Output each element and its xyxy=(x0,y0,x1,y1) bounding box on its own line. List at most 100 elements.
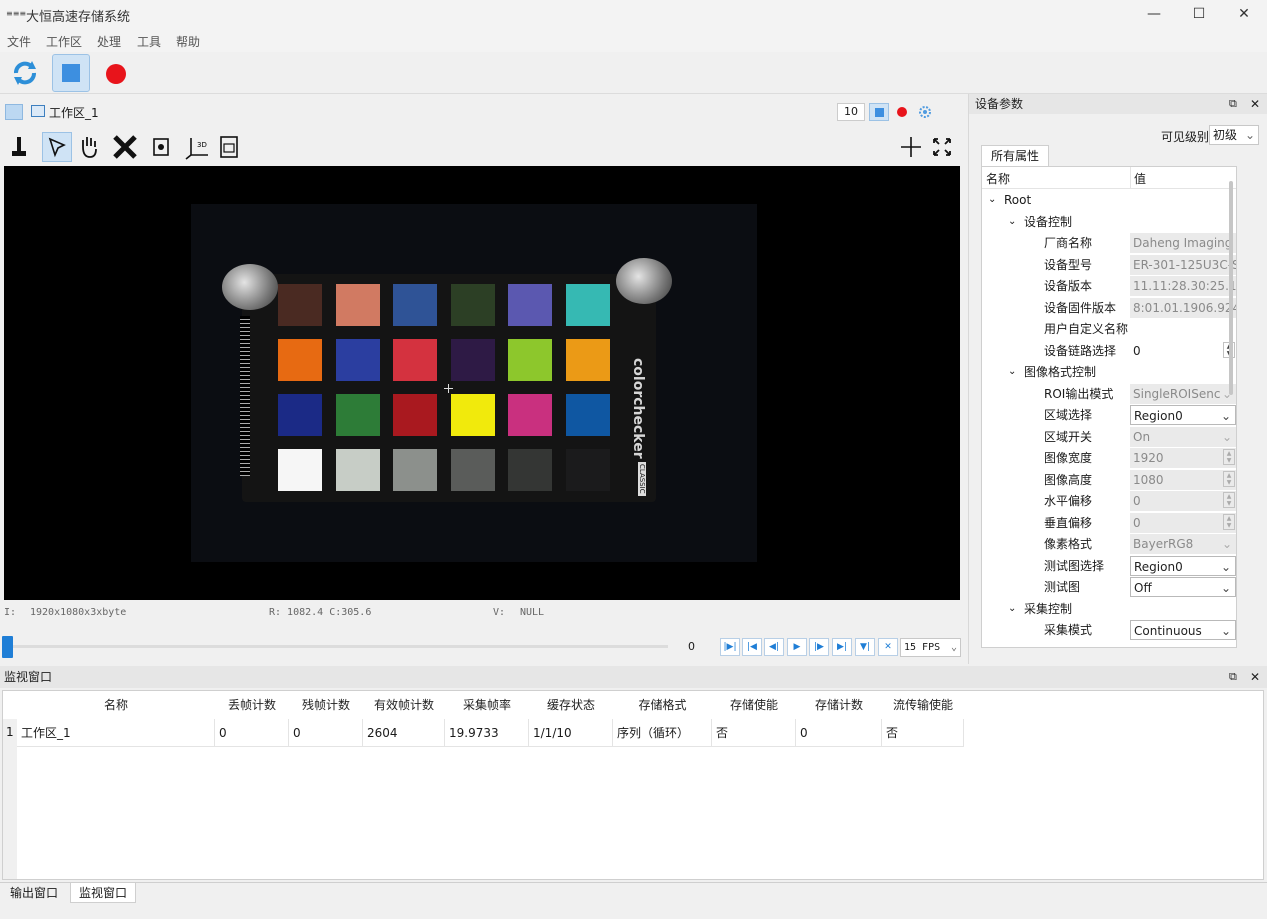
fullscreen-tool[interactable] xyxy=(927,132,957,162)
menu-workspace[interactable]: 工作区 xyxy=(46,33,82,50)
column-header[interactable]: 残帧计数 xyxy=(289,691,363,719)
frame-count-input[interactable]: 10 xyxy=(837,103,865,121)
property-name: 像素格式 xyxy=(1044,537,1093,551)
record-button[interactable] xyxy=(97,54,135,92)
clear-button[interactable]: ✕ xyxy=(878,638,898,656)
property-value[interactable] xyxy=(1130,319,1236,339)
column-header[interactable]: 名称 xyxy=(17,691,215,719)
playback-bar: 0 |▶| |◀ ◀| ▶ |▶ ▶| ▼| ✕ 15 FPS ⌄ xyxy=(0,632,965,662)
property-value[interactable]: Region0 ⌄ xyxy=(1130,405,1236,425)
spinner-arrows-icon[interactable]: ▲▼ xyxy=(1223,449,1235,465)
menu-process[interactable]: 处理 xyxy=(97,33,121,50)
jump-start-button[interactable]: |◀ xyxy=(742,638,762,656)
column-header[interactable]: 存储格式 xyxy=(613,691,712,719)
color-patch xyxy=(565,339,610,381)
property-value[interactable]: Continuous ⌄ xyxy=(1130,620,1236,640)
play-button[interactable]: ▶ xyxy=(787,638,807,656)
minimize-button[interactable]: — xyxy=(1131,0,1177,30)
visibility-select[interactable]: 初级 ⌄ xyxy=(1209,125,1259,145)
first-frame-button[interactable]: |▶| xyxy=(720,638,740,656)
property-value: 11.11:28.30:25.11 xyxy=(1130,276,1236,296)
property-value: 0 ▲ ▼ xyxy=(1130,491,1236,511)
fps-select[interactable]: 15 FPS ⌄ xyxy=(900,638,961,657)
property-row: 设备版本 11.11:28.30:25.11 xyxy=(982,275,1236,297)
column-header[interactable]: 存储计数 xyxy=(796,691,882,719)
property-value-text: ER-301-125U3C-S xyxy=(1133,257,1236,272)
property-value: 1920 ▲ ▼ xyxy=(1130,448,1236,468)
column-header[interactable]: 存储使能 xyxy=(712,691,796,719)
close-panel-icon[interactable]: ✕ xyxy=(1250,94,1260,114)
tab-monitor-window[interactable]: 监视窗口 xyxy=(70,883,137,903)
column-header[interactable]: 流传输使能 xyxy=(882,691,964,719)
property-row: 像素格式 BayerRG8 ⌄ xyxy=(982,533,1236,555)
color-patch xyxy=(508,339,552,381)
property-value[interactable]: Off ⌄ xyxy=(1130,577,1236,597)
property-group[interactable]: ⌄ 图像格式控制 xyxy=(982,361,1236,383)
property-group[interactable]: ⌄ 采集控制 xyxy=(982,598,1236,620)
property-value[interactable]: 0▲▼ xyxy=(1130,340,1236,361)
crosshair-tool[interactable] xyxy=(896,132,926,162)
snapshot-tool[interactable] xyxy=(214,132,244,162)
chevron-down-icon[interactable]: ⌄ xyxy=(988,189,996,211)
property-group[interactable]: ⌄ Root xyxy=(982,189,1236,211)
property-scrollbar[interactable] xyxy=(1229,181,1233,395)
spinner-arrows-icon[interactable]: ▲▼ xyxy=(1223,470,1235,487)
menu-file[interactable]: 文件 xyxy=(7,33,31,50)
image-view-icon[interactable] xyxy=(31,105,45,117)
playback-slider-handle[interactable] xyxy=(2,636,13,658)
row-index: 1 xyxy=(6,725,14,739)
column-header[interactable]: 丢帧计数 xyxy=(215,691,289,719)
float-panel-icon[interactable]: ⧉ xyxy=(1229,94,1237,114)
playback-track xyxy=(6,645,668,648)
roi-tool[interactable] xyxy=(146,132,176,162)
jump-end-button[interactable]: ▶| xyxy=(832,638,852,656)
property-name: 图像格式控制 xyxy=(1024,365,1097,379)
fit-tool[interactable] xyxy=(110,132,140,162)
menu-tools[interactable]: 工具 xyxy=(137,33,161,50)
color-patch xyxy=(565,394,610,436)
workspace-tab[interactable]: 工作区_1 xyxy=(49,104,99,121)
spinner-arrows-icon[interactable]: ▲▼ xyxy=(1223,513,1235,530)
chevron-down-icon[interactable]: ⌄ xyxy=(1008,361,1016,383)
gear-icon[interactable] xyxy=(917,104,933,120)
tab-all-properties[interactable]: 所有属性 xyxy=(981,145,1049,166)
step-back-icon: ◀| xyxy=(769,642,779,652)
color-patch xyxy=(393,449,437,491)
next-frame-button[interactable]: |▶ xyxy=(809,638,829,656)
workspace-record-icon[interactable] xyxy=(894,104,910,120)
menu-help[interactable]: 帮助 xyxy=(176,33,200,50)
float-panel-icon[interactable]: ⧉ xyxy=(1229,666,1237,688)
mark-button[interactable]: ▼| xyxy=(855,638,875,656)
property-value: 0 ▲ ▼ xyxy=(1130,512,1236,533)
spinner-arrows-icon[interactable]: ▲▼ xyxy=(1223,492,1235,508)
maximize-button[interactable]: ☐ xyxy=(1176,0,1222,30)
brush-tool[interactable] xyxy=(4,132,34,162)
column-header[interactable]: 缓存状态 xyxy=(529,691,613,719)
image-cursor-crosshair xyxy=(444,382,453,393)
chevron-down-icon[interactable]: ⌄ xyxy=(1008,211,1016,233)
close-button[interactable]: ✕ xyxy=(1221,0,1267,30)
menu-bar: 文件 工作区 处理 工具 帮助 xyxy=(0,30,1267,52)
property-value[interactable]: Region0 ⌄ xyxy=(1130,555,1236,576)
property-row: 设备链路选择 0▲▼ xyxy=(982,340,1236,362)
color-patch xyxy=(450,284,495,326)
color-patch xyxy=(565,284,610,326)
property-group[interactable]: ⌄ 设备控制 xyxy=(982,211,1236,233)
tab-output-window[interactable]: 输出窗口 xyxy=(2,883,67,903)
stop-button[interactable] xyxy=(52,54,90,92)
chevron-down-icon[interactable]: ⌄ xyxy=(1008,598,1016,620)
workspace-stop-button[interactable] xyxy=(869,103,889,121)
select-tool[interactable] xyxy=(42,132,72,162)
column-header[interactable]: 采集帧率 xyxy=(445,691,529,719)
image-viewer[interactable]: colorchecker CLASSIC xyxy=(4,166,960,600)
refresh-button[interactable] xyxy=(6,54,44,92)
pan-tool[interactable] xyxy=(74,132,104,162)
property-value-text: 1920 xyxy=(1133,451,1164,465)
prev-frame-button[interactable]: ◀| xyxy=(764,638,784,656)
play-icon: ▶ xyxy=(793,642,801,652)
close-panel-icon[interactable]: ✕ xyxy=(1250,666,1260,688)
svg-text:3D: 3D xyxy=(197,141,207,149)
3d-view-tool[interactable]: 3D xyxy=(183,132,213,162)
column-header[interactable]: 有效帧计数 xyxy=(363,691,445,719)
camera-view-icon[interactable] xyxy=(5,104,23,120)
